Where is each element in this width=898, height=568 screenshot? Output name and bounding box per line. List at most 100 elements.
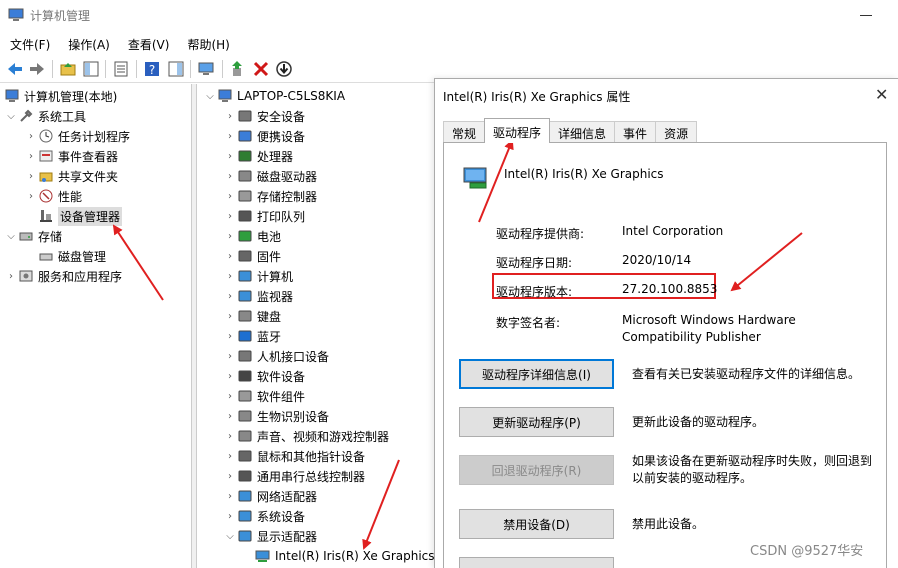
device-category-label: 存储控制器 bbox=[257, 189, 318, 204]
tree-performance[interactable]: › 性能 bbox=[24, 186, 82, 206]
tab-details[interactable]: 详细信息 bbox=[549, 121, 616, 143]
device-category[interactable]: › 安全设备 bbox=[223, 106, 305, 126]
chevron-right-icon[interactable]: › bbox=[24, 171, 38, 182]
storage-icon bbox=[18, 228, 34, 244]
back-arrow-icon[interactable] bbox=[6, 60, 24, 78]
menu-help[interactable]: 帮助(H) bbox=[177, 31, 237, 55]
device-category[interactable]: › 磁盘驱动器 bbox=[223, 166, 317, 186]
device-category[interactable]: › 系统设备 bbox=[223, 506, 305, 526]
device-category[interactable]: › 固件 bbox=[223, 246, 281, 266]
tab-events[interactable]: 事件 bbox=[614, 121, 657, 143]
device-category[interactable]: › 鼠标和其他指针设备 bbox=[223, 446, 365, 466]
menu-file[interactable]: 文件(F) bbox=[0, 31, 58, 55]
tab-driver[interactable]: 驱动程序 bbox=[484, 118, 551, 143]
forward-arrow-icon[interactable] bbox=[28, 60, 46, 78]
chevron-right-icon[interactable]: › bbox=[223, 351, 237, 362]
chevron-right-icon[interactable]: › bbox=[223, 411, 237, 422]
action-pane-icon[interactable] bbox=[167, 60, 185, 78]
device-category[interactable]: ⌵ 显示适配器 bbox=[223, 526, 317, 546]
chevron-right-icon[interactable]: › bbox=[223, 431, 237, 442]
close-icon[interactable]: ✕ bbox=[875, 85, 888, 104]
uninstall-red-x-icon[interactable] bbox=[252, 60, 270, 78]
tree-storage[interactable]: ⌵ 存储 bbox=[4, 226, 62, 246]
properties-list-icon[interactable] bbox=[112, 60, 130, 78]
menu-view[interactable]: 查看(V) bbox=[118, 31, 178, 55]
device-category[interactable]: › 键盘 bbox=[223, 306, 281, 326]
device-category[interactable]: › 网络适配器 bbox=[223, 486, 317, 506]
chevron-right-icon[interactable]: › bbox=[24, 131, 38, 142]
device-category[interactable]: › 计算机 bbox=[223, 266, 293, 286]
chevron-right-icon[interactable]: › bbox=[223, 451, 237, 462]
chevron-right-icon[interactable]: › bbox=[223, 291, 237, 302]
device-category[interactable]: › 便携设备 bbox=[223, 126, 305, 146]
tree-root[interactable]: 计算机管理(本地) bbox=[4, 86, 117, 106]
enable-device-down-arrow-icon[interactable] bbox=[275, 60, 293, 78]
up-folder-icon[interactable] bbox=[59, 60, 77, 78]
device-category[interactable]: › 打印队列 bbox=[223, 206, 305, 226]
chevron-down-icon[interactable]: ⌵ bbox=[4, 231, 18, 242]
device-category-label: 键盘 bbox=[257, 309, 282, 324]
tree-event-viewer[interactable]: › 事件查看器 bbox=[24, 146, 118, 166]
update-driver-icon[interactable] bbox=[229, 60, 247, 78]
tab-general[interactable]: 常规 bbox=[443, 121, 486, 143]
chevron-right-icon[interactable]: › bbox=[24, 151, 38, 162]
uninstall-device-button-partial[interactable] bbox=[459, 557, 614, 568]
chevron-right-icon[interactable]: › bbox=[223, 371, 237, 382]
update-driver-desc: 更新此设备的驱动程序。 bbox=[632, 415, 765, 429]
device-category[interactable]: › 电池 bbox=[223, 226, 281, 246]
tree-system-tools[interactable]: ⌵ 系统工具 bbox=[4, 106, 86, 126]
chevron-right-icon[interactable]: › bbox=[223, 151, 237, 162]
device-category[interactable]: › 软件组件 bbox=[223, 386, 305, 406]
console-tree-pane: 计算机管理(本地) ⌵ 系统工具 › 任务计划程序 › 事件查看器 › 共享文件… bbox=[0, 84, 192, 568]
rollback-driver-button[interactable]: 回退驱动程序(R) bbox=[459, 455, 614, 485]
chevron-right-icon[interactable]: › bbox=[223, 491, 237, 502]
device-tree-root[interactable]: ⌵ LAPTOP-C5LS8KIA bbox=[203, 86, 345, 106]
device-category[interactable]: › 通用串行总线控制器 bbox=[223, 466, 365, 486]
tree-shared-folders[interactable]: › 共享文件夹 bbox=[24, 166, 118, 186]
driver-details-button[interactable]: 驱动程序详细信息(I) bbox=[459, 359, 614, 389]
disable-device-button[interactable]: 禁用设备(D) bbox=[459, 509, 614, 539]
chevron-right-icon[interactable]: › bbox=[223, 311, 237, 322]
chevron-right-icon[interactable]: › bbox=[223, 211, 237, 222]
minimize-button[interactable] bbox=[860, 15, 872, 16]
chevron-right-icon[interactable]: › bbox=[223, 171, 237, 182]
tree-task-scheduler[interactable]: › 任务计划程序 bbox=[24, 126, 130, 146]
chevron-right-icon[interactable]: › bbox=[223, 391, 237, 402]
tree-services-apps[interactable]: › 服务和应用程序 bbox=[4, 266, 122, 286]
device-category[interactable]: › 蓝牙 bbox=[223, 326, 281, 346]
chevron-right-icon[interactable]: › bbox=[223, 231, 237, 242]
chevron-right-icon[interactable]: › bbox=[223, 511, 237, 522]
device-category[interactable]: › 声音、视频和游戏控制器 bbox=[223, 426, 389, 446]
device-category[interactable]: › 软件设备 bbox=[223, 366, 305, 386]
device-category[interactable]: › 处理器 bbox=[223, 146, 293, 166]
tree-disk-management[interactable]: 磁盘管理 bbox=[38, 246, 106, 266]
chevron-right-icon[interactable]: › bbox=[223, 251, 237, 262]
svg-text:?: ? bbox=[149, 63, 155, 77]
chevron-right-icon[interactable]: › bbox=[4, 271, 18, 282]
chevron-right-icon[interactable]: › bbox=[223, 131, 237, 142]
show-hide-tree-icon[interactable] bbox=[82, 60, 100, 78]
tab-resources[interactable]: 资源 bbox=[655, 121, 698, 143]
display-adapter-icon bbox=[255, 548, 271, 564]
device-category[interactable]: › 生物识别设备 bbox=[223, 406, 329, 426]
device-category-label: 固件 bbox=[257, 249, 282, 264]
chevron-right-icon[interactable]: › bbox=[223, 471, 237, 482]
device-category[interactable]: › 人机接口设备 bbox=[223, 346, 329, 366]
chevron-right-icon[interactable]: › bbox=[24, 191, 38, 202]
device-category[interactable]: › 存储控制器 bbox=[223, 186, 317, 206]
scan-hardware-icon[interactable] bbox=[197, 60, 215, 78]
menu-action[interactable]: 操作(A) bbox=[58, 31, 118, 55]
chevron-right-icon[interactable]: › bbox=[223, 271, 237, 282]
chevron-down-icon[interactable]: ⌵ bbox=[4, 111, 18, 122]
chevron-down-icon[interactable]: ⌵ bbox=[203, 91, 217, 102]
chevron-down-icon[interactable]: ⌵ bbox=[223, 531, 237, 542]
device-category[interactable]: › 监视器 bbox=[223, 286, 293, 306]
chevron-right-icon[interactable]: › bbox=[223, 331, 237, 342]
chevron-right-icon[interactable]: › bbox=[223, 191, 237, 202]
help-icon[interactable]: ? bbox=[143, 60, 161, 78]
tree-device-manager[interactable]: 设备管理器 bbox=[38, 206, 123, 226]
device-intel-iris-xe[interactable]: Intel(R) Iris(R) Xe Graphics bbox=[255, 546, 435, 566]
chevron-right-icon[interactable]: › bbox=[223, 111, 237, 122]
update-driver-button[interactable]: 更新驱动程序(P) bbox=[459, 407, 614, 437]
device-category-label: 磁盘驱动器 bbox=[257, 169, 318, 184]
